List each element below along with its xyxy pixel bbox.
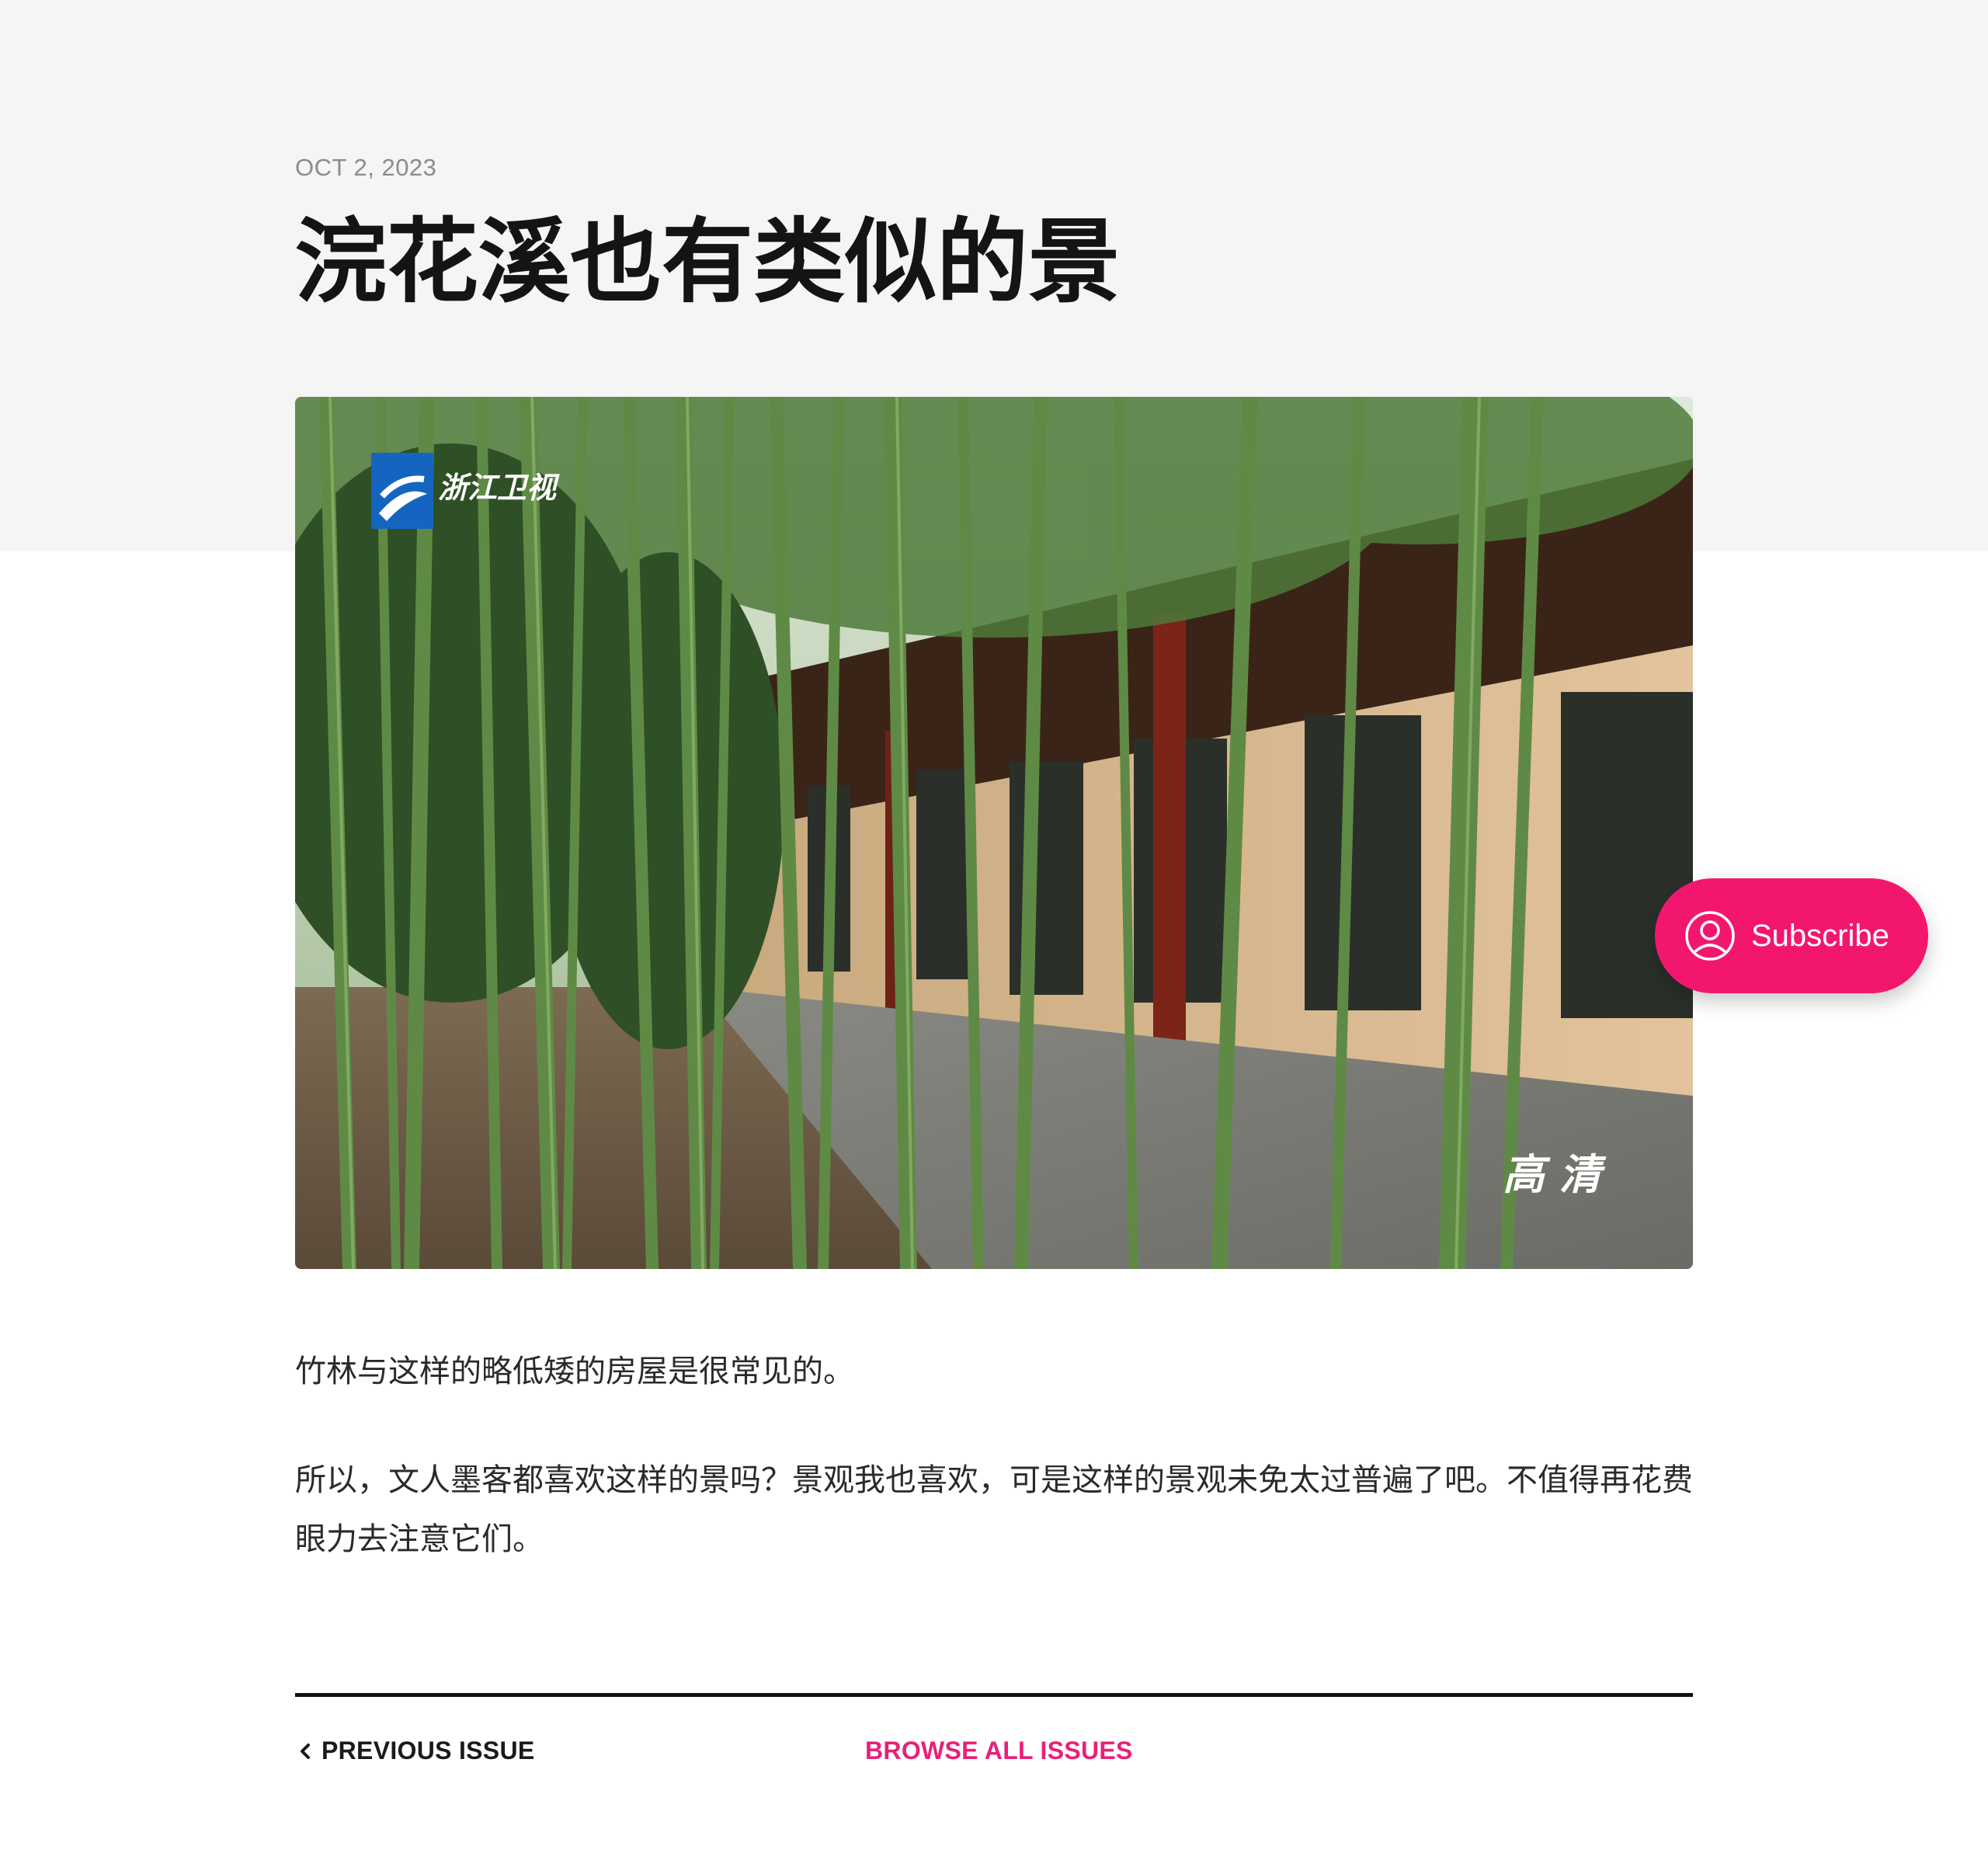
subscribe-button[interactable]: Subscribe <box>1655 878 1928 993</box>
hd-badge: 高 清 <box>1503 1150 1607 1199</box>
divider <box>295 1693 1693 1697</box>
user-circle-icon <box>1685 911 1735 961</box>
post-body: 竹林与这样的略低矮的房屋是很常见的。 所以，文人墨客都喜欢这样的景吗？景观我也喜… <box>295 1342 1693 1618</box>
tv-logo-text: 浙江卫视 <box>438 471 560 505</box>
post-date: OCT 2, 2023 <box>295 154 437 181</box>
issue-navigation: PREVIOUS ISSUE BROWSE ALL ISSUES <box>295 1737 1693 1775</box>
previous-issue-label: PREVIOUS ISSUE <box>321 1737 535 1764</box>
paragraph-2: 所以，文人墨客都喜欢这样的景吗？景观我也喜欢，可是这样的景观未免太过普遍了吧。不… <box>295 1462 1693 1557</box>
browse-all-issues-link[interactable]: BROWSE ALL ISSUES <box>865 1737 1133 1765</box>
post-title: 浣花溪也有类似的景 <box>295 208 1121 315</box>
chevron-left-icon <box>301 1743 310 1759</box>
paragraph-1: 竹林与这样的略低矮的房屋是很常见的。 <box>295 1354 854 1389</box>
previous-issue-link[interactable]: PREVIOUS ISSUE <box>295 1737 535 1765</box>
hero-image: 浙江卫视 高 清 <box>295 397 1693 1269</box>
subscribe-label: Subscribe <box>1751 918 1889 953</box>
